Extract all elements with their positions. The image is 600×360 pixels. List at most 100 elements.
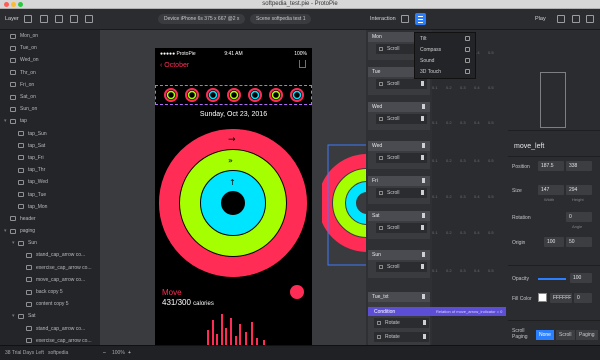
canvas[interactable]: ●●●●● ProtoPie 9:41 AM 100% ‹ October Su… [100, 30, 366, 345]
trash-icon[interactable] [421, 225, 424, 230]
move-arrow-button[interactable] [290, 285, 304, 299]
text-icon[interactable] [70, 15, 78, 23]
dropdown-item[interactable]: Compass [415, 44, 475, 55]
layer-item[interactable]: tap_Mon [0, 201, 100, 213]
trigger-header[interactable]: Wed [368, 141, 430, 151]
layer-item[interactable]: Sat_on [0, 91, 100, 103]
trash-icon[interactable] [423, 320, 426, 325]
share-icon[interactable] [572, 15, 580, 23]
image-icon[interactable] [40, 15, 48, 23]
trash-icon[interactable] [421, 81, 424, 86]
day-ring-sun[interactable] [290, 88, 304, 102]
trash-icon[interactable] [421, 190, 424, 195]
layer-item[interactable]: tap_Thr [0, 164, 100, 176]
layer-item[interactable]: ▾ Sun [0, 237, 100, 249]
day-ring-thu[interactable] [227, 88, 241, 102]
layer-item[interactable]: ▾ Sat [0, 310, 100, 322]
layer-item[interactable]: tap_Tue [0, 188, 100, 200]
opacity-slider[interactable] [538, 278, 566, 280]
trash-icon[interactable] [422, 252, 425, 257]
layer-item[interactable]: tap_Wed [0, 176, 100, 188]
trigger-header[interactable]: Tue_txt [368, 292, 430, 302]
layer-item[interactable]: ▾ paging [0, 225, 100, 237]
container-icon[interactable] [85, 15, 93, 23]
week-rings-row[interactable] [155, 85, 312, 105]
response-list-button[interactable] [415, 13, 426, 25]
position-x-field[interactable]: 187.5 [538, 161, 564, 171]
width-field[interactable]: 147 [538, 185, 564, 195]
zoom-in-button[interactable]: + [128, 350, 131, 356]
zoom-out-button[interactable]: – [103, 350, 106, 356]
trigger-header[interactable]: Sat [368, 211, 430, 221]
layer-item[interactable]: Mon_on [0, 30, 100, 42]
layer-item[interactable]: stand_cap_arrow co... [0, 323, 100, 335]
layer-item[interactable]: ▾ tap [0, 115, 100, 127]
preview-icon[interactable] [557, 15, 565, 23]
origin-y-field[interactable]: 50 [566, 237, 592, 247]
trash-icon[interactable] [423, 334, 426, 339]
layer-item[interactable]: stand_cap_arrow co... [0, 249, 100, 261]
trigger-header[interactable]: Fri [368, 176, 430, 186]
add-trigger-icon[interactable] [401, 15, 409, 23]
origin-x-field[interactable]: 100 [544, 237, 564, 247]
back-button[interactable]: ‹ October [160, 62, 189, 69]
trash-icon[interactable] [422, 178, 425, 183]
layer-item[interactable]: Wed_on [0, 54, 100, 66]
trigger-block[interactable]: Wed Scroll [368, 102, 430, 130]
activity-rings[interactable]: → » ↑ [155, 123, 312, 283]
layer-item[interactable]: Fri_on [0, 79, 100, 91]
day-ring-mon[interactable] [164, 88, 178, 102]
layer-item[interactable]: Sun_on [0, 103, 100, 115]
response-item[interactable]: Scroll [376, 223, 427, 233]
layer-item[interactable]: tap_Sat [0, 140, 100, 152]
response-item[interactable]: Rotate [374, 318, 429, 328]
dropdown-item[interactable]: Sound [415, 55, 475, 66]
device-selector[interactable]: Device iPhone 6s 375 x 667 @2 x [158, 14, 246, 24]
layer-item[interactable]: exercise_cap_arrow co... [0, 335, 100, 345]
seg-paging[interactable]: Paging [576, 330, 598, 340]
rotation-field[interactable]: 0 [566, 212, 592, 222]
seg-none[interactable]: None [536, 330, 554, 340]
trigger-block[interactable]: Sat Scroll [368, 211, 430, 239]
layer-item[interactable]: header [0, 213, 100, 225]
dropdown-item[interactable]: Tilt [415, 33, 475, 44]
layer-item[interactable]: content copy 5 [0, 298, 100, 310]
trigger-block[interactable]: Wed Scroll [368, 141, 430, 169]
trash-icon[interactable] [421, 264, 424, 269]
phone-frame[interactable]: ●●●●● ProtoPie 9:41 AM 100% ‹ October Su… [155, 48, 312, 345]
layer-item[interactable]: back copy 5 [0, 286, 100, 298]
trash-icon[interactable] [421, 116, 424, 121]
response-item[interactable]: Scroll [376, 262, 427, 272]
layer-item[interactable]: Thr_on [0, 67, 100, 79]
response-item[interactable]: Scroll [376, 114, 427, 124]
layer-item[interactable]: exercise_cap_arrow co... [0, 262, 100, 274]
rectangle-icon[interactable] [55, 15, 63, 23]
share-icon[interactable] [299, 60, 306, 68]
trash-icon[interactable] [422, 294, 425, 299]
response-item[interactable]: Rotate [374, 332, 429, 342]
response-item[interactable]: Scroll [376, 188, 427, 198]
fill-hex-field[interactable]: FFFFFF [550, 293, 572, 303]
height-field[interactable]: 294 [566, 185, 592, 195]
settings-icon[interactable] [586, 15, 594, 23]
trash-icon[interactable] [422, 143, 425, 148]
response-item[interactable]: Scroll [376, 153, 427, 163]
fill-alpha-field[interactable]: 0 [574, 293, 592, 303]
condition-row[interactable]: Condition Relation of move_arrow_indicato… [368, 307, 506, 316]
layer-item[interactable]: Tue_on [0, 42, 100, 54]
trigger-block[interactable]: Fri Scroll [368, 176, 430, 204]
day-ring-tue[interactable] [185, 88, 199, 102]
opacity-field[interactable]: 100 [570, 273, 592, 283]
trigger-block[interactable]: Sun Scroll [368, 250, 430, 278]
dropdown-item[interactable]: 3D Touch [415, 66, 475, 77]
trigger-header[interactable]: Wed [368, 102, 430, 112]
seg-scroll[interactable]: Scroll [556, 330, 575, 340]
day-ring-sat[interactable] [269, 88, 283, 102]
zoom-level[interactable]: 100% [112, 350, 125, 356]
scene-selector[interactable]: Scene softpedia test 1 [250, 14, 312, 24]
trash-icon[interactable] [422, 104, 425, 109]
day-ring-wed[interactable] [206, 88, 220, 102]
response-item[interactable]: Scroll [376, 79, 427, 89]
trigger-header[interactable]: Sun [368, 250, 430, 260]
add-layer-icon[interactable] [24, 15, 32, 23]
